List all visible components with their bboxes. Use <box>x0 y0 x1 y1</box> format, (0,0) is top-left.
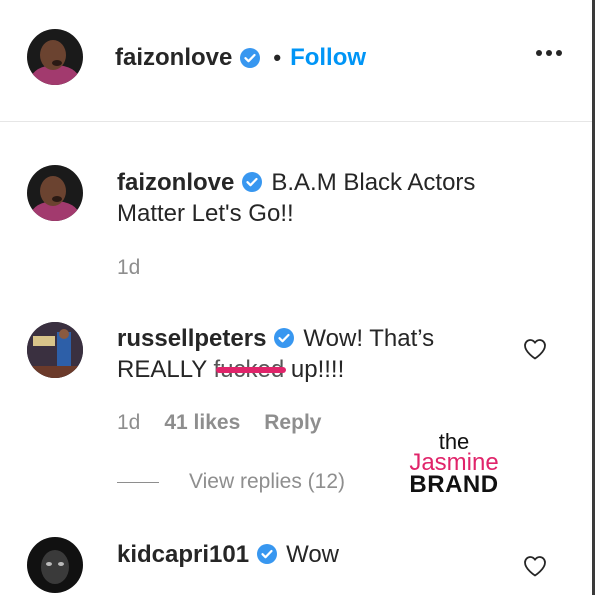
comment-meta: 1d <box>117 256 140 280</box>
view-replies-label: View replies (12) <box>189 470 346 493</box>
comment-body: Wow <box>286 541 339 568</box>
censored-word: fucked <box>213 356 286 383</box>
like-heart-icon[interactable] <box>523 338 547 360</box>
comment-body-end: up!!!! <box>284 356 345 383</box>
avatar[interactable] <box>27 165 83 221</box>
avatar[interactable] <box>27 322 83 378</box>
comment-text: faizonlove B.A.M Black Actors Matter Let'… <box>117 167 512 229</box>
separator-dot: • <box>273 45 282 70</box>
comment-username[interactable]: russellpeters <box>117 325 266 352</box>
avatar[interactable] <box>27 537 83 593</box>
watermark-brand: BRAND <box>409 471 499 498</box>
view-replies-line <box>117 481 159 483</box>
comment-meta: 1d 41 likes Reply <box>117 411 321 435</box>
comment-age[interactable]: 1d <box>117 411 140 435</box>
post-author-username[interactable]: faizonlove <box>115 44 232 72</box>
comment-text: russellpeters Wow! That’s REALLY fucked u… <box>117 323 512 385</box>
verified-badge-icon <box>273 326 295 348</box>
verified-badge-icon <box>239 47 261 69</box>
watermark-logo: the Jasmine BRAND <box>400 431 508 498</box>
more-options-icon[interactable] <box>536 50 562 56</box>
avatar[interactable] <box>27 29 83 85</box>
comment-username[interactable]: kidcapri101 <box>117 541 249 568</box>
header-user-row: faizonlove • Follow <box>115 44 366 72</box>
verified-badge-icon <box>241 170 263 192</box>
follow-button[interactable]: Follow <box>290 44 366 72</box>
comment-age[interactable]: 1d <box>117 256 140 280</box>
comment-username[interactable]: faizonlove <box>117 169 234 196</box>
post-header: faizonlove • Follow <box>0 0 592 122</box>
reply-button[interactable]: Reply <box>264 411 321 435</box>
comment-text: kidcapri101 Wow <box>117 539 512 570</box>
view-replies-button[interactable]: View replies (12) <box>117 470 345 494</box>
comment-likes[interactable]: 41 likes <box>164 411 240 435</box>
like-heart-icon[interactable] <box>523 555 547 577</box>
verified-badge-icon <box>256 542 278 564</box>
